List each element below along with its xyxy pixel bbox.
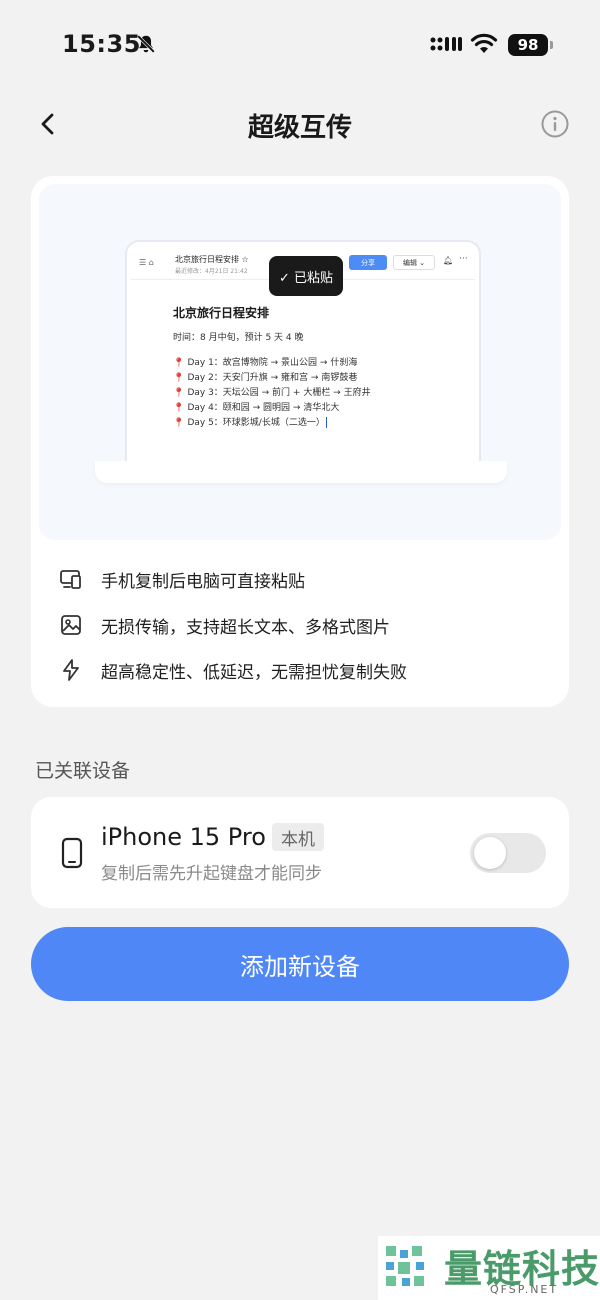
lightning-icon [63,659,79,681]
doc-meta: 最近修改：4月21日 21:42 [175,268,248,275]
watermark: 量链科技 QFSP.NET [378,1236,600,1300]
feature-item: 超高稳定性、低延迟，无需担忧复制失败 [59,656,407,684]
feature-text: 手机复制后电脑可直接粘贴 [101,571,305,592]
linked-devices-label: 已关联设备 [35,760,131,782]
pasted-toast: ✓ 已粘贴 [269,256,343,296]
doc-day-list: 📍︎ Day 1：故宫博物院 → 景山公园 → 什刹海 📍︎ Day 2：天安门升旗… [173,356,371,431]
status-bar: 15:35 98 [0,0,600,90]
local-device-badge: 本机 [272,823,324,851]
device-sync-toggle[interactable] [470,833,546,873]
share-label: 分享 [361,258,375,267]
doc-more-icon: ··· [459,254,468,264]
doc-menu-icon: ☰ ⌂ [139,258,154,267]
doc-day-item: 📍︎ Day 2：天安门升旗 → 雍和宫 → 南锣鼓巷 [173,373,358,383]
pin-icon: 📍︎ [173,358,185,368]
device-description: 复制后需先升起键盘才能同步 [101,864,322,884]
doc-time-line: 时间：8 月中旬，预计 5 天 4 晚 [173,333,304,343]
doc-day-item: 📍︎ Day 3：天坛公园 → 前门 + 大栅栏 → 王府井 [173,388,371,398]
doc-day-item: 📍︎ Day 5：环球影城/长城（二选一） [173,417,327,428]
text-cursor [325,417,327,428]
pin-icon: 📍︎ [173,373,185,383]
doc-bell-icon: 🔔︎ [443,256,454,265]
doc-name: 北京旅行日程安排 ☆ [175,255,249,264]
cellular-signal-icon [430,37,462,51]
bell-muted-icon [137,35,155,53]
feature-item: 手机复制后电脑可直接粘贴 [59,565,305,593]
laptop-illustration: ☰ ⌂ 北京旅行日程安排 ☆ 最近修改：4月21日 21:42 分享 编辑 ⌄ … [125,240,481,462]
image-icon [61,615,81,635]
devices-icon [60,570,81,589]
feature-text: 无损传输，支持超长文本、多格式图片 [101,617,390,638]
feature-item: 无损传输，支持超长文本、多格式图片 [59,611,390,639]
device-card[interactable]: iPhone 15 Pro 本机 复制后需先升起键盘才能同步 [31,797,569,908]
edit-label: 编辑 [402,258,417,267]
battery-indicator: 98 [508,34,553,56]
nav-bar: 超级互传 [0,95,600,155]
add-device-button[interactable]: 添加新设备 [31,927,569,1001]
doc-day-item: 📍︎ Day 1：故宫博物院 → 景山公园 → 什刹海 [173,358,358,368]
info-icon[interactable] [540,109,570,139]
add-device-label: 添加新设备 [240,952,360,981]
pin-icon: 📍︎ [173,388,185,398]
pin-icon: 📍︎ [173,418,185,428]
doc-edit-button: 编辑 ⌄ [393,255,435,270]
battery-level: 98 [517,36,539,54]
doc-day-item: 📍︎ Day 4：颐和园 → 圆明园 → 清华北大 [173,403,340,413]
feature-preview: ☰ ⌂ 北京旅行日程安排 ☆ 最近修改：4月21日 21:42 分享 编辑 ⌄ … [39,184,561,540]
pin-icon: 📍︎ [173,403,185,413]
laptop-screen: ☰ ⌂ 北京旅行日程安排 ☆ 最近修改：4月21日 21:42 分享 编辑 ⌄ … [131,246,475,460]
status-time: 15:35 [62,30,141,58]
toggle-knob [474,837,506,869]
device-name: iPhone 15 Pro [101,823,266,851]
wifi-icon [470,33,498,53]
laptop-base [95,461,507,483]
doc-heading: 北京旅行日程安排 [173,306,270,320]
feature-text: 超高稳定性、低延迟，无需担忧复制失败 [101,662,407,683]
page-title: 超级互传 [247,113,352,143]
feature-card: ☰ ⌂ 北京旅行日程安排 ☆ 最近修改：4月21日 21:42 分享 编辑 ⌄ … [31,176,569,707]
watermark-url: QFSP.NET [490,1283,559,1296]
local-badge-label: 本机 [281,829,315,850]
doc-share-button: 分享 [349,255,387,270]
watermark-logo-icon [386,1246,424,1286]
pasted-label: ✓ 已粘贴 [278,270,334,286]
phone-icon [61,837,83,869]
